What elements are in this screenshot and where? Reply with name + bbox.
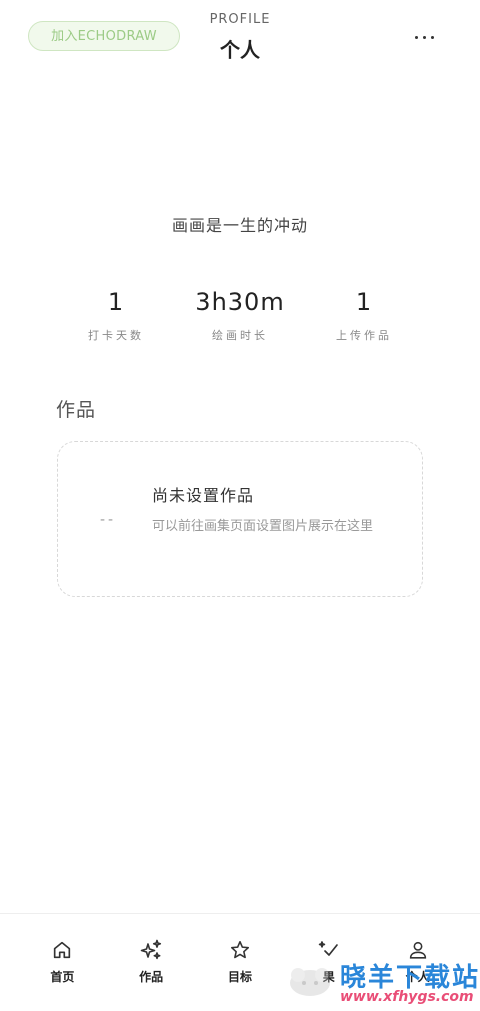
check-sparkle-icon — [317, 938, 341, 962]
nav-label: 首页 — [50, 970, 75, 984]
empty-placeholder-dash: -- — [100, 512, 117, 528]
works-section-title: 作品 — [56, 399, 97, 421]
nav-label: 果 — [322, 970, 335, 984]
star-icon — [228, 938, 252, 962]
empty-description: 可以前往画集页面设置图片展示在这里 — [152, 519, 374, 534]
header-subtitle-text: PROFILE — [209, 12, 271, 27]
stat-value: 3h30m — [195, 288, 285, 316]
stat-checkin-days: 1 打卡天数 — [56, 287, 176, 343]
nav-item-profile[interactable]: 个人 — [383, 914, 453, 1011]
home-icon — [50, 938, 74, 962]
nav-label: 个人 — [405, 970, 430, 984]
profile-stats: 1 打卡天数 3h30m 绘画时长 1 上传作品 — [56, 287, 424, 343]
empty-title: 尚未设置作品 — [152, 486, 255, 505]
stat-label: 绘画时长 — [212, 329, 268, 342]
nav-label: 目标 — [227, 970, 252, 984]
stat-value: 1 — [355, 288, 373, 316]
stat-value: 1 — [107, 288, 125, 316]
nav-item-goals[interactable]: 目标 — [205, 914, 275, 1011]
nav-item-works[interactable]: 作品 — [116, 914, 186, 1011]
more-options-button[interactable] — [408, 25, 440, 49]
works-empty-card[interactable]: -- 尚未设置作品 可以前往画集页面设置图片展示在这里 — [57, 441, 423, 597]
sparkles-icon — [139, 938, 163, 962]
stat-label: 上传作品 — [336, 329, 392, 342]
nav-item-home[interactable]: 首页 — [27, 914, 97, 1011]
user-icon — [406, 938, 430, 962]
profile-motto: 画画是一生的冲动 — [171, 216, 308, 235]
more-horizontal-icon — [414, 35, 434, 39]
nav-item-results[interactable]: 果 — [294, 914, 364, 1011]
nav-label: 作品 — [139, 970, 164, 984]
bottom-nav: 首页 作品 目标 果 个人 — [0, 913, 480, 1011]
stat-uploaded-works: 1 上传作品 — [304, 287, 424, 343]
stat-label: 打卡天数 — [88, 329, 144, 342]
stat-drawing-time: 3h30m 绘画时长 — [180, 287, 300, 343]
profile-screen: 加入ECHODRAW PROFILE 个人 画画是一生的冲动 1 打卡天数 3h… — [0, 0, 480, 1011]
